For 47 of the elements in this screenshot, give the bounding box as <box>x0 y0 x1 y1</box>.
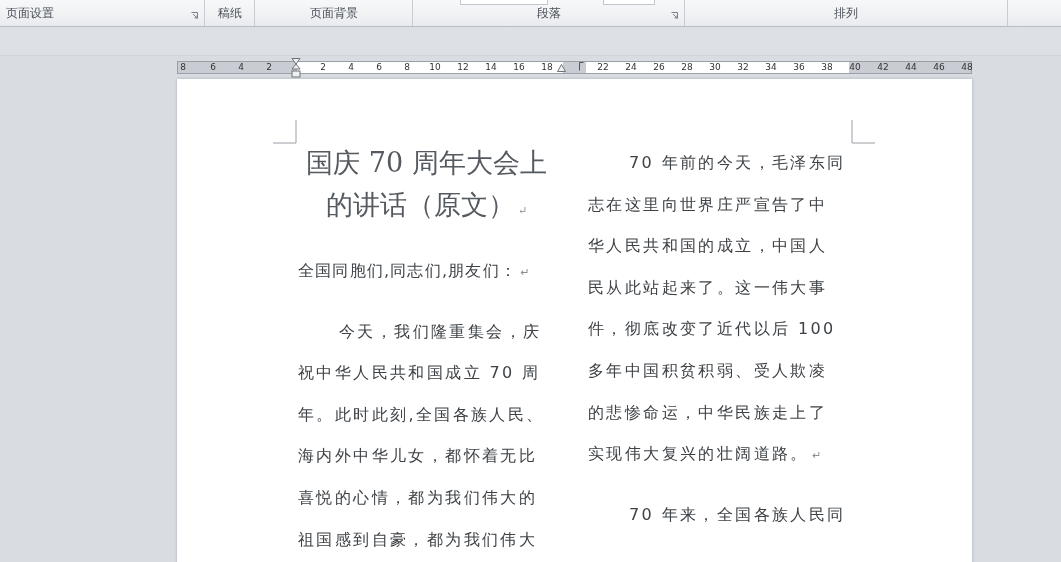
ruler-number: 42 <box>877 62 889 73</box>
ruler-number: 34 <box>765 62 777 73</box>
ruler-number: 6 <box>210 62 216 73</box>
margin-corner-mark <box>273 120 297 144</box>
paragraph-text: 70 年来，全国各族人民同 <box>628 503 846 526</box>
greeting-text: 全国同胞们,同志们,朋友们： ↵ <box>298 260 530 282</box>
ruler-number: 36 <box>793 62 805 73</box>
paragraph-text: 今天，我们隆重集会，庆 祝中华人民共和国成立 70 周 年。此时此刻,全国各族人民、 海内外中华儿女，都怀着无比 喜悦的心情，都为我们伟大的 祖国感到自豪，都为我们伟大 <box>298 320 545 551</box>
ruler-number: 8 <box>180 62 186 73</box>
ruler-number: 2 <box>266 62 272 73</box>
ruler-number: 30 <box>709 62 721 73</box>
group-label: 页面设置 <box>6 5 54 22</box>
ruler-number: 10 <box>429 62 441 73</box>
ruler-number: 2 <box>320 62 326 73</box>
ruler-number: 22 <box>597 62 609 73</box>
document-title: 国庆 70 周年大会上 的讲话（原文）↵ <box>305 146 548 222</box>
paragraph-text: 70 年前的今天，毛泽东同 志在这里向世界庄严宣告了中 华人民共和国的成立，中国人 民从此站起来了。这一伟大事 件，彻底改变了近代以后 100 多年中国积贫积弱、受人欺凌 的悲惨命运，中华民族走上了 实现伟大复兴的壮阔道路。 ↵ <box>588 152 846 466</box>
ruler-number: 14 <box>485 62 497 73</box>
ruler-number: 28 <box>681 62 693 73</box>
ruler-number: 4 <box>238 62 244 73</box>
dialog-launcher-icon[interactable] <box>191 12 198 19</box>
ruler-number: 16 <box>513 62 525 73</box>
ruler-number: 40 <box>849 62 861 73</box>
ruler-number: 18 <box>541 62 553 73</box>
ruler-number: 12 <box>457 62 469 73</box>
ruler-number: 32 <box>737 62 749 73</box>
column-marker-icon[interactable] <box>579 62 584 71</box>
ruler-number: 24 <box>625 62 637 73</box>
ruler-number: 8 <box>404 62 410 73</box>
input-field[interactable] <box>603 0 655 5</box>
ruler-number: 26 <box>653 62 665 73</box>
ruler-number: 6 <box>376 62 382 73</box>
ruler-number: 4 <box>348 62 354 73</box>
horizontal-ruler[interactable]: 8 6 4 2 2 4 6 8 10 12 14 16 18 22 24 26 28 30 32 34 36 38 40 42 44 46 48 <box>177 61 972 74</box>
ruler-number: 48 <box>961 62 973 73</box>
right-indent-marker-icon[interactable] <box>557 64 566 72</box>
ruler-number: 44 <box>905 62 917 73</box>
group-label: 排列 <box>834 5 858 22</box>
input-field[interactable] <box>460 0 548 5</box>
indent-marker-icon[interactable] <box>291 58 301 78</box>
dialog-launcher-icon[interactable] <box>671 12 678 19</box>
group-label: 稿纸 <box>217 5 242 22</box>
ruler-number: 38 <box>821 62 833 73</box>
group-label: 段落 <box>536 5 561 22</box>
ruler-number: 46 <box>933 62 945 73</box>
margin-corner-mark <box>851 120 875 144</box>
group-label: 页面背景 <box>309 5 358 22</box>
